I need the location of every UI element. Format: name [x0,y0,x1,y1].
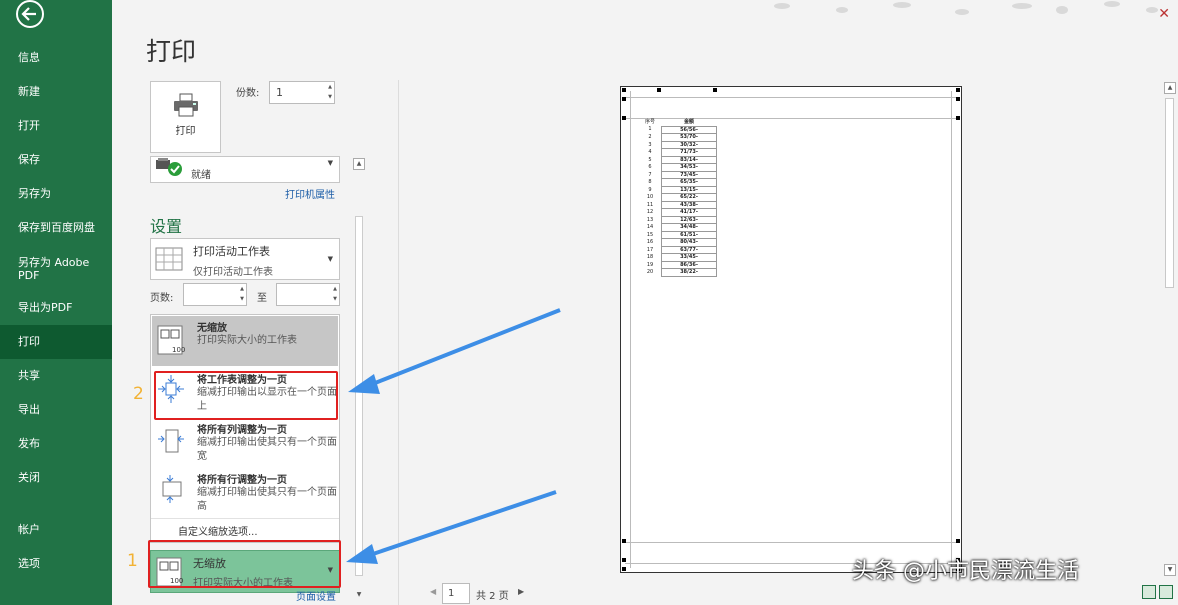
annotation-arrows [346,308,561,564]
sidebar-item-new[interactable]: 新建 [0,75,112,109]
sidebar-item-open[interactable]: 打开 [0,109,112,143]
sidebar-item-account[interactable]: 帐户 [0,513,112,547]
sidebar-item-info[interactable]: 信息 [0,41,112,75]
sidebar-item-save-to-baidu[interactable]: 保存到百度网盘 [0,211,112,245]
print-backstage: ✕ 打印 打印 份数: 1 ▲ ▼ 就绪 ▼ 打印机属性 设置 打印活动工作表 … [112,0,1178,605]
sidebar-item-save-as[interactable]: 另存为 [0,177,112,211]
watermark: 头条 @小市民漂流生活 [852,559,1079,584]
sidebar-item-options[interactable]: 选项 [0,547,112,581]
sidebar-item-publish[interactable]: 发布 [0,427,112,461]
sidebar-item-close[interactable]: 关闭 [0,461,112,495]
sidebar-item-save-as-adobe-pdf[interactable]: 另存为 Adobe PDF [0,253,100,287]
back-arrow-icon[interactable] [14,0,46,32]
backstage-sidebar: 信息 新建 打开 保存 另存为 保存到百度网盘 另存为 Adobe PDF 导出… [0,0,112,605]
sidebar-item-export[interactable]: 导出 [0,393,112,427]
sidebar-item-save[interactable]: 保存 [0,143,112,177]
sidebar-item-print[interactable]: 打印 [0,325,112,359]
sidebar-item-share[interactable]: 共享 [0,359,112,393]
sidebar-item-export-pdf[interactable]: 导出为PDF [0,291,112,325]
